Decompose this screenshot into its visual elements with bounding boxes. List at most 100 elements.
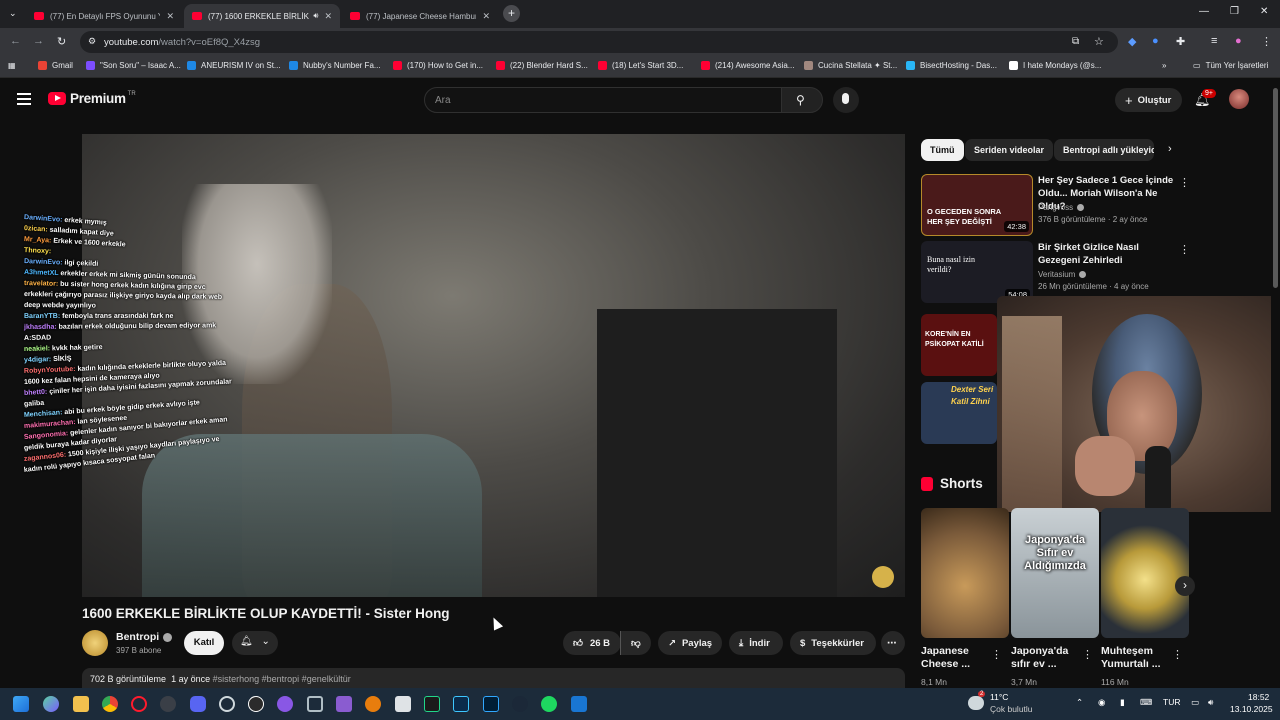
channel-avatar[interactable] — [82, 630, 108, 656]
recommendation-item[interactable]: O GECEDEN SONRA HER ŞEY DEĞİŞTİ 42:38 He… — [921, 174, 1271, 236]
more-vert-icon[interactable]: ⋮ — [1179, 243, 1190, 256]
tray-expand-icon[interactable]: ⌃ — [1076, 697, 1083, 708]
input-language[interactable]: TUR — [1163, 697, 1180, 707]
unreal-icon[interactable] — [248, 696, 264, 712]
profile-icon[interactable]: ● — [1235, 35, 1242, 47]
chevron-right-icon[interactable]: » — [1162, 61, 1166, 70]
voice-search-button[interactable] — [833, 87, 859, 113]
extension-icon[interactable]: ◆ — [1128, 35, 1136, 48]
youtube-logo[interactable]: Premium TR — [48, 91, 136, 106]
fresco-icon[interactable] — [453, 696, 469, 712]
scrollbar-thumb[interactable] — [1273, 88, 1278, 288]
search-input[interactable]: Ara — [424, 87, 782, 113]
keyboard-icon[interactable]: ⌨ — [1140, 697, 1152, 708]
address-bar[interactable]: ⚙ youtube.com/watch?v=oEf8Q_X4zsg ⧉ ☆ — [80, 31, 1118, 53]
chip-uploader[interactable]: Bentropi adlı yükleyic — [1054, 139, 1154, 161]
shorts-next-button[interactable]: › — [1175, 576, 1195, 596]
clock-time[interactable]: 18:52 — [1248, 692, 1269, 702]
chrome-icon[interactable] — [102, 696, 118, 712]
discord-icon[interactable] — [190, 696, 206, 712]
reload-icon[interactable]: ↻ — [57, 35, 66, 48]
app-icon[interactable] — [219, 696, 235, 712]
bookmark-item[interactable]: Cucina Stellata ✦ St... — [804, 61, 897, 70]
more-vert-icon[interactable]: ⋮ — [1082, 648, 1093, 661]
create-button[interactable]: + Oluştur — [1115, 88, 1182, 112]
back-icon[interactable]: ← — [10, 35, 21, 47]
more-vert-icon[interactable]: ⋮ — [1172, 648, 1183, 661]
all-bookmarks[interactable]: ▭ Tüm Yer İşaretleri — [1193, 61, 1268, 70]
tab-close-icon[interactable]: ✕ — [324, 11, 332, 22]
tray-app-icon[interactable]: ◉ — [1098, 697, 1105, 708]
app-icon[interactable] — [307, 696, 323, 712]
bookmark-item[interactable]: ANEURISM IV on St... — [187, 61, 281, 70]
download-button[interactable]: ⤓ İndir — [729, 631, 783, 655]
video-thumbnail[interactable]: O GECEDEN SONRA HER ŞEY DEĞİŞTİ 42:38 — [921, 174, 1033, 236]
share-button[interactable]: ↗ Paylaş — [658, 631, 722, 655]
steam-icon[interactable] — [512, 696, 528, 712]
short-thumbnail[interactable] — [921, 508, 1009, 638]
hashtags[interactable]: #sisterhong #bentropi #genelkültür — [213, 674, 351, 684]
bookmark-item[interactable]: (214) Awesome Asia... — [701, 61, 794, 70]
menu-icon[interactable]: ⋮ — [1261, 35, 1272, 48]
tab-close-icon[interactable]: ✕ — [166, 11, 174, 22]
opera-icon[interactable] — [131, 696, 147, 712]
short-thumbnail[interactable]: Japonya'da Sıfır ev Aldığımızda — [1011, 508, 1099, 638]
bookmark-item[interactable]: (22) Blender Hard S... — [496, 61, 588, 70]
bookmark-item[interactable]: "Son Soru" – Isaac A... — [86, 61, 181, 70]
more-actions-button[interactable]: ⋯ — [881, 631, 905, 655]
spotify-icon[interactable] — [541, 696, 557, 712]
volume-icon[interactable]: 🔊︎ — [1208, 697, 1213, 708]
video-thumbnail[interactable]: Dexter Seri Katil Zihni — [921, 382, 997, 444]
new-tab-button[interactable]: + — [503, 5, 520, 22]
steam-helper-icon[interactable] — [160, 696, 176, 712]
bookmark-item[interactable]: Gmail — [38, 61, 73, 70]
forward-icon[interactable]: → — [33, 35, 44, 47]
copilot-icon[interactable] — [43, 696, 59, 712]
bookmark-item[interactable]: BisectHosting - Das... — [906, 61, 997, 70]
short-title[interactable]: Muhteşem Yumurtalı ... — [1101, 645, 1173, 671]
app-icon[interactable] — [395, 696, 411, 712]
tab-search-icon[interactable]: ⌄ — [9, 8, 17, 19]
search-button[interactable]: ⚲ — [781, 87, 823, 113]
browser-tab-cheese[interactable]: (77) Japanese Cheese Hamburg ✕ — [342, 4, 498, 28]
github-icon[interactable] — [277, 696, 293, 712]
pycharm-icon[interactable] — [424, 696, 440, 712]
visual-studio-icon[interactable] — [336, 696, 352, 712]
puzzle-icon[interactable]: ✚ — [1176, 35, 1185, 48]
clock-date[interactable]: 13.10.2025 — [1230, 704, 1273, 714]
tab-close-icon[interactable]: ✕ — [482, 11, 490, 22]
more-vert-icon[interactable]: ⋮ — [991, 648, 1002, 661]
short-thumbnail[interactable] — [1101, 508, 1189, 638]
like-button[interactable]: 👍︎ 26 B — [563, 631, 621, 655]
chevron-right-icon[interactable]: › — [1168, 143, 1172, 155]
chip-all[interactable]: Tümü — [921, 139, 964, 161]
bookmark-item[interactable]: Nubby's Number Fa... — [289, 61, 381, 70]
video-thumbnail[interactable]: Buna nasıl izin verildi? 54:08 — [921, 241, 1033, 303]
short-title[interactable]: Japonya'da sıfır ev ... — [1011, 645, 1083, 671]
bookmark-item[interactable]: I hate Mondays (@s... — [1009, 61, 1101, 70]
weather-icon[interactable] — [968, 696, 984, 710]
bookmark-star-icon[interactable]: ☆ — [1094, 35, 1104, 48]
account-avatar[interactable] — [1229, 89, 1249, 109]
recommendation-item[interactable]: Buna nasıl izin verildi? 54:08 Bir Şirke… — [921, 241, 1271, 303]
bookmark-item[interactable]: (170) How to Get in... — [393, 61, 483, 70]
file-explorer-icon[interactable] — [73, 696, 89, 712]
dislike-button[interactable]: 👎︎ — [620, 631, 651, 655]
close-window-icon[interactable]: ✕ — [1260, 6, 1268, 17]
minimize-icon[interactable]: — — [1199, 6, 1209, 17]
more-vert-icon[interactable]: ⋮ — [1179, 176, 1190, 189]
apps-icon[interactable]: ▦ — [8, 61, 16, 70]
recommendation-item[interactable]: KORE'NİN EN PSİKOPAT KATİLİ — [921, 314, 997, 376]
photoshop-icon[interactable] — [483, 696, 499, 712]
app-icon[interactable] — [571, 696, 587, 712]
video-thumbnail[interactable]: KORE'NİN EN PSİKOPAT KATİLİ — [921, 314, 997, 376]
join-button[interactable]: Katıl — [184, 631, 224, 655]
extension-icon[interactable]: ● — [1152, 35, 1159, 47]
short-title[interactable]: Japanese Cheese ... — [921, 645, 993, 671]
channel-name[interactable]: Bentropi — [116, 631, 173, 643]
install-icon[interactable]: ⧉ — [1072, 36, 1079, 47]
tray-app-icon[interactable]: ▮ — [1120, 697, 1125, 708]
speaker-icon[interactable]: 🔊︎ — [313, 11, 318, 21]
windows-start-icon[interactable] — [13, 696, 29, 712]
network-icon[interactable]: ▭ — [1191, 697, 1199, 708]
